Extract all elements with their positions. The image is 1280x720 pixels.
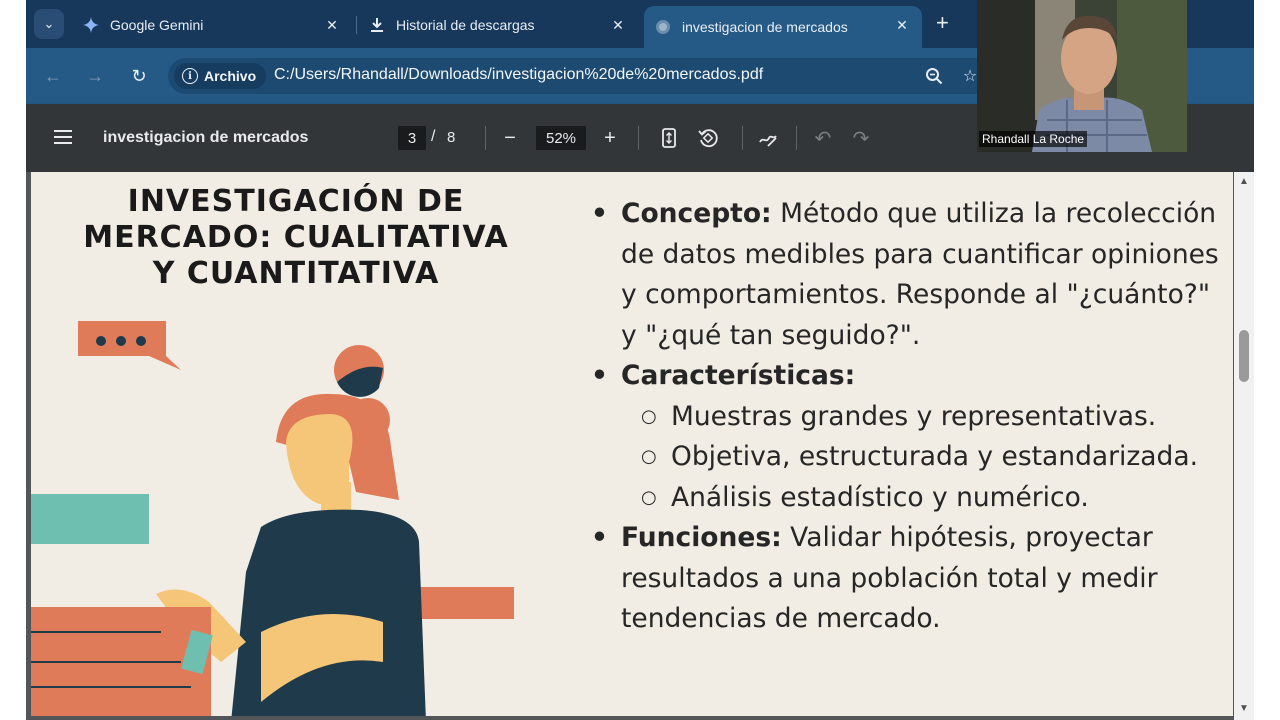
page-separator: / xyxy=(431,128,436,145)
site-info-chip[interactable]: i Archivo xyxy=(174,63,267,89)
presenter-video xyxy=(977,0,1187,152)
chevron-down-icon: ⌄ xyxy=(43,16,55,31)
sub-bullet: Análisis estadístico y numérico. xyxy=(591,478,1231,519)
rotate-icon[interactable] xyxy=(696,126,720,150)
slide-title-line: Y CUANTITATIVA xyxy=(152,256,440,291)
tab-divider xyxy=(356,16,357,34)
page-number-input[interactable]: 3 xyxy=(398,126,426,150)
tab-google-gemini[interactable]: Google Gemini ✕ xyxy=(82,6,352,44)
undo-icon[interactable]: ↶ xyxy=(811,126,835,150)
bullet-caracteristicas: Características: xyxy=(591,356,1231,397)
toolbar-divider xyxy=(638,126,639,150)
close-icon[interactable]: ✕ xyxy=(322,15,342,35)
tab-investigacion-mercados[interactable]: investigacion de mercados ✕ xyxy=(644,6,922,48)
info-icon: i xyxy=(182,68,198,84)
sub-bullet: Objetiva, estructurada y estandarizada. xyxy=(591,437,1231,478)
gemini-icon xyxy=(82,16,100,34)
reload-icon[interactable]: ↻ xyxy=(128,65,150,87)
zoom-level-input[interactable]: 52% xyxy=(536,126,586,150)
fit-page-icon[interactable] xyxy=(657,126,681,150)
address-bar[interactable]: i Archivo C:/Users/Rhandall/Downloads/in… xyxy=(168,58,1008,94)
tab-label: Google Gemini xyxy=(110,17,204,33)
back-arrow-icon[interactable]: ← xyxy=(42,65,64,87)
tab-search-button[interactable]: ⌄ xyxy=(34,9,64,39)
redo-icon[interactable]: ↷ xyxy=(849,126,873,150)
tab-label: investigacion de mercados xyxy=(682,19,848,35)
new-tab-plus-icon[interactable]: + xyxy=(936,12,949,34)
vertical-scrollbar[interactable]: ▲ ▼ xyxy=(1234,172,1254,720)
toolbar-divider xyxy=(485,126,486,150)
toolbar-divider xyxy=(742,126,743,150)
zoom-magnifier-icon[interactable] xyxy=(924,66,944,86)
download-icon xyxy=(368,16,386,34)
url-text[interactable]: C:/Users/Rhandall/Downloads/investigacio… xyxy=(274,66,763,84)
close-icon[interactable]: ✕ xyxy=(892,15,912,35)
tab-label: Historial de descargas xyxy=(396,17,535,33)
webcam-name-label: Rhandall La Roche xyxy=(979,131,1088,147)
bullet-label: Características: xyxy=(621,360,856,391)
annotate-pen-icon[interactable] xyxy=(756,126,780,150)
page-total: 8 xyxy=(447,129,456,146)
forward-arrow-icon[interactable]: → xyxy=(84,65,106,87)
sub-bullet: Muestras grandes y representativas. xyxy=(591,397,1231,438)
zoom-in-icon[interactable]: + xyxy=(598,126,622,150)
bullet-label: Concepto: xyxy=(621,198,772,229)
toolbar-divider xyxy=(796,126,797,150)
scroll-up-arrow-icon[interactable]: ▲ xyxy=(1238,177,1250,187)
menu-icon[interactable] xyxy=(54,130,72,144)
zoom-out-icon[interactable]: − xyxy=(498,126,522,150)
tab-historial-descargas[interactable]: Historial de descargas ✕ xyxy=(368,6,638,44)
site-chip-label: Archivo xyxy=(204,68,257,84)
pdf-viewer[interactable]: INVESTIGACIÓN DE MERCADO: CUALITATIVA Y … xyxy=(26,172,1254,720)
pdf-title: investigacion de mercados xyxy=(103,129,309,146)
bullet-concepto: Concepto: Método que utiliza la recolecc… xyxy=(591,194,1231,356)
close-icon[interactable]: ✕ xyxy=(608,15,628,35)
scrollbar-thumb[interactable] xyxy=(1239,330,1249,382)
scroll-down-arrow-icon[interactable]: ▼ xyxy=(1238,704,1250,714)
bullet-funciones: Funciones: Validar hipótesis, proyectar … xyxy=(591,518,1231,640)
slide-body: Concepto: Método que utiliza la recolecc… xyxy=(591,194,1231,640)
slide-title: INVESTIGACIÓN DE MERCADO: CUALITATIVA Y … xyxy=(51,184,541,292)
slide-title-line: MERCADO: CUALITATIVA xyxy=(83,220,509,255)
slide-title-line: INVESTIGACIÓN DE xyxy=(127,184,465,219)
bullet-label: Funciones: xyxy=(621,522,782,553)
pdf-page: INVESTIGACIÓN DE MERCADO: CUALITATIVA Y … xyxy=(31,172,1233,716)
pdf-globe-icon xyxy=(654,18,672,36)
woman-illustration xyxy=(31,321,514,716)
webcam-overlay: Rhandall La Roche xyxy=(977,0,1187,152)
